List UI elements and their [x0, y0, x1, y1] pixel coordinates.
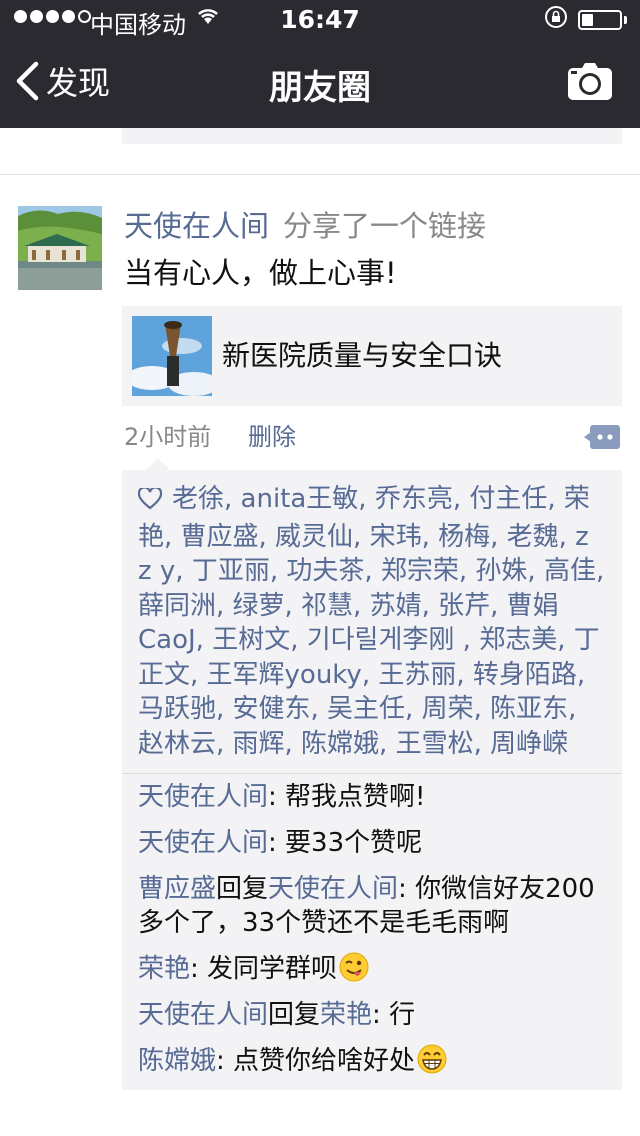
rotation-lock-icon [544, 5, 568, 35]
likes-list: 老徐, anita王敏, 乔东亮, 付主任, 荣艳, 曹应盛, 威灵仙, 宋玮,… [122, 470, 622, 773]
post-author[interactable]: 天使在人间 [124, 206, 269, 246]
previous-post-tail [122, 128, 622, 144]
post-action: 分享了一个链接 [283, 209, 487, 243]
comment-text: : 要33个赞呢 [268, 828, 423, 858]
heart-icon [137, 485, 164, 520]
comment-item[interactable]: 荣艳: 发同学群呗 [138, 952, 608, 986]
delete-button[interactable]: 删除 [248, 420, 296, 454]
comment-author[interactable]: 天使在人间 [138, 782, 268, 812]
reply-target[interactable]: 天使在人间 [268, 874, 398, 904]
comment-item[interactable]: 陈嫦娥: 点赞你给啥好处 [138, 1044, 608, 1078]
comment-author[interactable]: 荣艳 [138, 954, 190, 984]
reply-word: 回复 [216, 874, 269, 904]
comment-text: : 帮我点赞啊! [268, 782, 426, 812]
page-title: 朋友圈 [269, 68, 371, 108]
avatar[interactable] [18, 206, 102, 290]
interaction-panel: 老徐, anita王敏, 乔东亮, 付主任, 荣艳, 曹应盛, 威灵仙, 宋玮,… [122, 458, 622, 1090]
comment-text: : 点赞你给啥好处 [216, 1046, 416, 1076]
comment-author[interactable]: 天使在人间 [138, 1000, 268, 1030]
reply-target[interactable]: 荣艳 [320, 1000, 372, 1030]
comment-author[interactable]: 陈嫦娥 [138, 1046, 216, 1076]
reply-word: 回复 [268, 1000, 321, 1030]
likes-names[interactable]: 老徐, anita王敏, 乔东亮, 付主任, 荣艳, 曹应盛, 威灵仙, 宋玮,… [138, 484, 604, 759]
battery-icon [578, 10, 627, 30]
camera-icon[interactable] [566, 62, 614, 102]
post-separator [0, 174, 640, 175]
battery-level [582, 14, 593, 26]
comment-author[interactable]: 曹应盛 [138, 874, 216, 904]
comment-item[interactable]: 曹应盛回复天使在人间: 你微信好友200多个了，33个赞还不是毛毛雨啊 [138, 872, 608, 940]
comment-item[interactable]: 天使在人间: 帮我点赞啊! [138, 780, 608, 814]
comment-item[interactable]: 天使在人间: 要33个赞呢 [138, 826, 608, 860]
status-bar: 中国移动 16:47 [0, 0, 640, 40]
comment-item[interactable]: 天使在人间回复荣艳: 行 [138, 998, 608, 1032]
top-bar: 中国移动 16:47 发现 朋友圈 [0, 0, 640, 128]
comment-text: : 行 [372, 1000, 416, 1030]
nav-bar: 发现 朋友圈 [0, 40, 640, 128]
comment-text: : 发同学群呗 [190, 954, 338, 984]
link-title: 新医院质量与安全口诀 [222, 339, 503, 372]
link-thumbnail [132, 316, 212, 396]
link-card[interactable]: 新医院质量与安全口诀 [122, 306, 622, 406]
post-text: 当有心人，做上心事! [124, 256, 397, 290]
comment-more-icon[interactable] [584, 424, 620, 450]
grinning-emoji-icon [417, 1044, 447, 1074]
comments-list: 天使在人间: 帮我点赞啊! 天使在人间: 要33个赞呢 曹应盛回复天使在人间: … [122, 774, 622, 1090]
comment-author[interactable]: 天使在人间 [138, 828, 268, 858]
winking-tongue-emoji-icon [339, 952, 369, 982]
post-time: 2小时前 [124, 423, 212, 451]
